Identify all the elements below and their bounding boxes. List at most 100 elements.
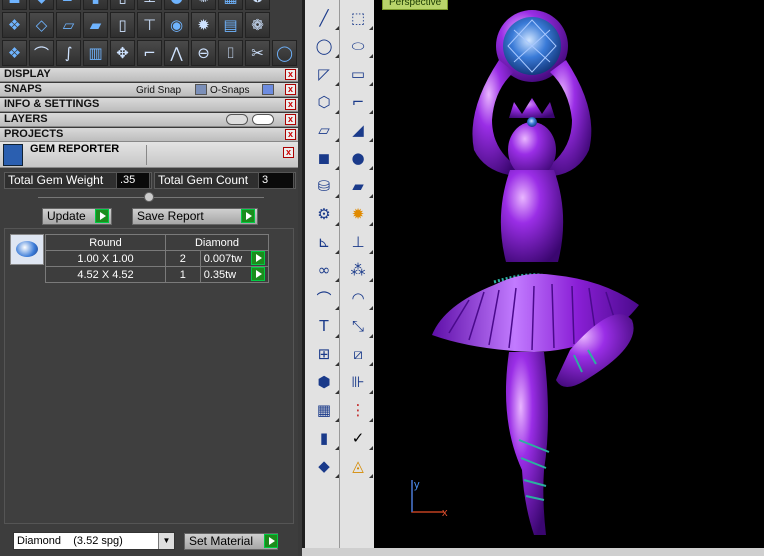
orb-icon[interactable]: ◉ [164, 12, 189, 38]
close-icon[interactable]: x [285, 114, 296, 125]
circle-icon[interactable]: ◯ [310, 33, 339, 59]
display-panel-header[interactable]: DISPLAY x [0, 68, 298, 82]
cylinder-icon[interactable]: ⛁ [310, 173, 339, 199]
scale-icon[interactable]: ⤡ [344, 313, 373, 339]
rectangle-icon[interactable]: ▭ [344, 61, 373, 87]
gear-icon[interactable]: ⚙ [310, 201, 339, 227]
doc-icon[interactable]: ▯ [110, 0, 135, 10]
cubes-icon[interactable]: ❖ [2, 40, 27, 66]
array-icon[interactable]: ⊞ [310, 341, 339, 367]
o-snaps-toggle[interactable] [262, 84, 274, 95]
crown-gem[interactable] [527, 117, 537, 127]
update-run-icon[interactable] [95, 209, 109, 223]
close-icon[interactable]: x [285, 84, 296, 95]
close-icon[interactable]: x [285, 99, 296, 110]
cube-icon[interactable]: ◼ [2, 0, 27, 10]
set-material-run-icon[interactable] [264, 534, 278, 548]
stand-icon[interactable]: ⊥ [137, 0, 162, 10]
transform-icon[interactable]: ▱ [310, 117, 339, 143]
text-icon[interactable]: T [310, 313, 339, 339]
material-select[interactable]: Diamond (3.52 spg) ▼ [13, 532, 175, 550]
boolean-icon[interactable]: ⊾ [310, 229, 339, 255]
parallelogram-icon[interactable]: ▱ [56, 12, 81, 38]
bracket-icon[interactable]: ⌐ [137, 40, 162, 66]
grid-array-icon[interactable]: ▦ [310, 397, 339, 423]
projects-panel-header[interactable]: PROJECTS x [0, 128, 298, 142]
move-icon[interactable]: ✥ [110, 40, 135, 66]
grid-snap-label[interactable]: Grid Snap [136, 84, 181, 97]
dashed-rect-icon[interactable]: ⬚ [344, 5, 373, 31]
spikes-icon[interactable]: ⋀ [164, 40, 189, 66]
torso[interactable] [500, 170, 564, 262]
curve-icon[interactable]: ∫ [56, 40, 81, 66]
hexagon-icon[interactable]: ⬡ [310, 89, 339, 115]
ellipse-icon[interactable]: ⬭ [344, 33, 373, 59]
explode-icon[interactable]: ✹ [344, 201, 373, 227]
chevron-down-icon[interactable]: ▼ [158, 533, 174, 549]
sparkle-icon[interactable]: ✹ [191, 12, 216, 38]
orb-icon[interactable]: ● [164, 0, 189, 10]
rings-icon[interactable]: ❁ [245, 12, 270, 38]
close-icon[interactable]: x [283, 147, 294, 158]
grid-icon[interactable]: ▦ [218, 0, 243, 10]
material-icon[interactable]: ◬ [344, 453, 373, 479]
snaps-panel-header[interactable]: SNAPS Grid Snap O-Snaps x [0, 83, 298, 97]
solid-icon[interactable]: ⬢ [310, 369, 339, 395]
curve-path-icon[interactable]: ⌒ [310, 285, 339, 311]
spheres-icon[interactable]: ● [344, 145, 373, 171]
extrude-icon[interactable]: ▮ [310, 425, 339, 451]
grid-icon[interactable]: ▤ [218, 12, 243, 38]
diamond-icon[interactable]: ◆ [29, 0, 54, 10]
save-report-button[interactable]: Save Report [132, 208, 258, 225]
layers-panel-header[interactable]: LAYERS x [0, 113, 298, 127]
doc-icon[interactable]: ▯ [110, 12, 135, 38]
sheet-icon[interactable]: ▰ [83, 12, 108, 38]
mirror-icon[interactable]: ⧄ [344, 341, 373, 367]
arc-icon[interactable]: ⌒ [29, 40, 54, 66]
split-icon[interactable]: ⌷ [218, 40, 243, 66]
ring-icon[interactable]: ◯ [272, 40, 297, 66]
trim-icon[interactable]: ⊥ [344, 229, 373, 255]
rings-icon[interactable]: ❂ [245, 0, 270, 10]
row-select-icon[interactable] [251, 251, 265, 265]
close-icon[interactable]: x [285, 129, 296, 140]
link-icon[interactable]: ⊖ [191, 40, 216, 66]
polyline-icon[interactable]: ◸ [310, 61, 339, 87]
layer-visibility-icon[interactable] [226, 114, 248, 125]
close-icon[interactable]: x [285, 69, 296, 80]
line-icon[interactable]: ╱ [310, 5, 339, 31]
check-icon[interactable]: ✓ [344, 425, 373, 451]
sweep-icon[interactable]: ◢ [344, 117, 373, 143]
info-settings-panel-header[interactable]: INFO & SETTINGS x [0, 98, 298, 112]
stand-icon[interactable]: ⊤ [137, 12, 162, 38]
crown[interactable] [509, 98, 555, 118]
table-row[interactable]: 1.00 X 1.00 2 0.007tw [45, 250, 270, 267]
box-icon[interactable]: ◼ [310, 145, 339, 171]
scissors-icon[interactable]: ✂ [245, 40, 270, 66]
eye-icon[interactable] [252, 114, 274, 125]
cubes-icon[interactable]: ❖ [2, 12, 27, 38]
grid-snap-toggle[interactable] [195, 84, 207, 95]
table-row[interactable]: 4.52 X 4.52 1 0.35tw [45, 266, 270, 283]
arc-dashed-icon[interactable]: ◠ [344, 285, 373, 311]
shapes-icon[interactable]: ◆ [310, 453, 339, 479]
intersect-icon[interactable]: ∞ [310, 257, 339, 283]
head[interactable] [508, 122, 556, 178]
row-select-icon[interactable] [251, 267, 265, 281]
slice-icon[interactable]: ▥ [83, 40, 108, 66]
surface-icon[interactable]: ▰ [344, 173, 373, 199]
splitter-handle[interactable] [144, 192, 154, 202]
save-report-run-icon[interactable] [241, 209, 255, 223]
align-icon[interactable]: ⋮ [344, 397, 373, 423]
diamond-icon[interactable]: ◇ [29, 12, 54, 38]
o-snaps-label[interactable]: O-Snaps [210, 84, 249, 97]
fillet-icon[interactable]: ⌐ [344, 89, 373, 115]
viewport-tab[interactable]: Perspective [382, 0, 449, 10]
split-spheres-icon[interactable]: ⁂ [344, 257, 373, 283]
gem-thumbnail[interactable] [10, 234, 44, 265]
measure-icon[interactable]: ⊪ [344, 369, 373, 395]
sparkle-icon[interactable]: ✺ [191, 0, 216, 10]
perspective-viewport[interactable]: Perspective y x [374, 0, 764, 548]
parallelogram-icon[interactable]: ▰ [56, 0, 81, 10]
sheet-icon[interactable]: ▮ [83, 0, 108, 10]
